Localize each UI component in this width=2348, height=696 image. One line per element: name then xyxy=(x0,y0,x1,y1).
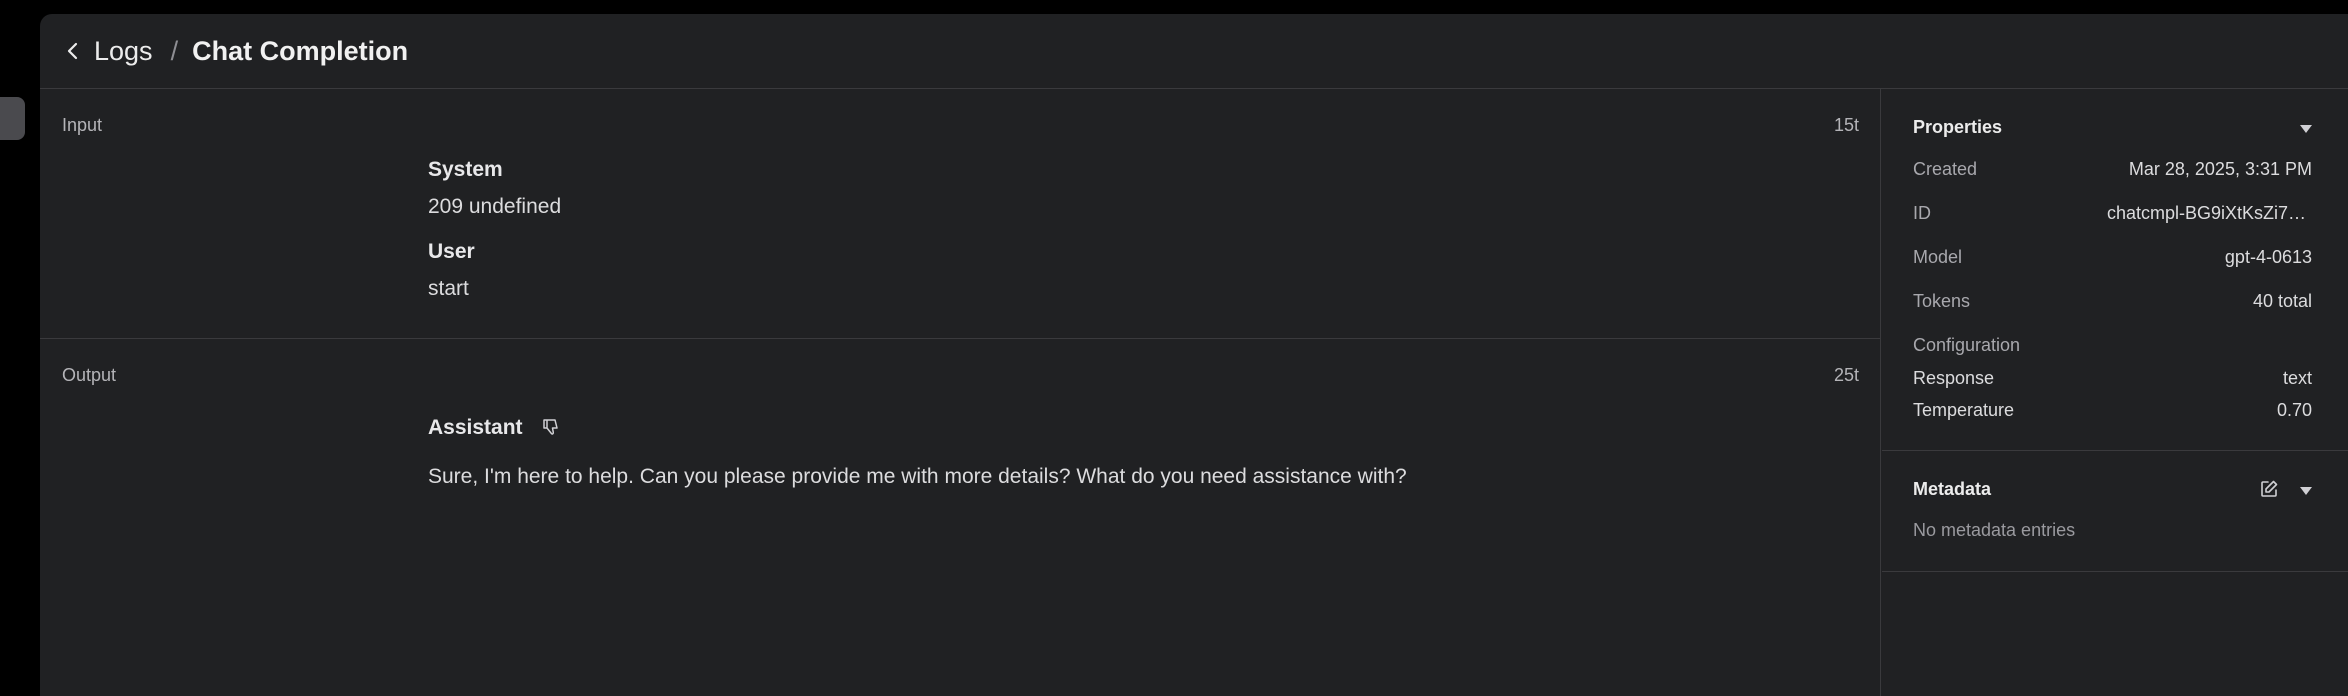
metadata-caret-down-icon[interactable] xyxy=(2300,487,2312,495)
model-label: Model xyxy=(1913,247,1963,267)
tokens-label: Tokens xyxy=(1913,291,1971,311)
temperature-label: Temperature xyxy=(1913,400,2015,420)
assistant-role-label: Assistant xyxy=(428,416,523,439)
configuration-label: Configuration xyxy=(1913,335,2021,355)
user-role-label: User xyxy=(428,240,475,263)
sidebar-handle[interactable] xyxy=(0,97,25,140)
properties-panel: Properties Created Mar 28, 2025, 3:31 PM… xyxy=(1882,89,2348,451)
main-content: Input 15t System 209 undefined User star… xyxy=(40,89,1881,696)
metadata-title: Metadata xyxy=(1913,479,1992,499)
header: Logs / Chat Completion xyxy=(40,14,2348,89)
created-label: Created xyxy=(1913,159,1978,179)
assistant-message-content: Sure, I'm here to help. Can you please p… xyxy=(428,465,1407,488)
metadata-empty-text: No metadata entries xyxy=(1913,520,2076,540)
edit-icon[interactable] xyxy=(2259,479,2279,504)
id-value[interactable]: chatcmpl-BG9iXtKsZi7… xyxy=(2107,203,2306,224)
details-sidebar: Properties Created Mar 28, 2025, 3:31 PM… xyxy=(1882,89,2348,696)
properties-title: Properties xyxy=(1913,117,2003,137)
model-value: gpt-4-0613 xyxy=(2224,247,2312,267)
thumbs-down-icon[interactable] xyxy=(541,417,561,442)
output-section: Output 25t Assistant Sure, I'm here to h… xyxy=(40,339,1880,696)
created-value: Mar 28, 2025, 3:31 PM xyxy=(2128,159,2312,179)
properties-caret-down-icon[interactable] xyxy=(2300,125,2312,133)
id-label: ID xyxy=(1913,203,1931,223)
assistant-header: Assistant xyxy=(428,416,561,442)
user-message-content: start xyxy=(428,277,469,300)
page-title: Chat Completion xyxy=(192,35,409,66)
log-detail-panel: Logs / Chat Completion Input 15t System … xyxy=(40,14,2348,696)
output-label: Output xyxy=(62,365,117,385)
input-label: Input xyxy=(62,115,103,135)
output-token-count: 25t xyxy=(1833,365,1859,385)
input-section: Input 15t System 209 undefined User star… xyxy=(40,89,1880,339)
breadcrumb-separator: / xyxy=(170,35,179,66)
metadata-panel: Metadata No metadata entries xyxy=(1882,451,2348,572)
response-label: Response xyxy=(1913,368,1995,388)
chevron-left-icon[interactable] xyxy=(64,40,82,62)
input-token-count: 15t xyxy=(1833,115,1859,135)
response-value: text xyxy=(2282,368,2312,388)
system-message-content: 209 undefined xyxy=(428,195,562,218)
breadcrumb-logs-link[interactable]: Logs xyxy=(94,36,153,67)
breadcrumb[interactable]: Logs xyxy=(64,36,153,67)
temperature-value: 0.70 xyxy=(2276,400,2312,420)
system-role-label: System xyxy=(428,158,503,181)
tokens-value: 40 total xyxy=(2252,291,2312,311)
